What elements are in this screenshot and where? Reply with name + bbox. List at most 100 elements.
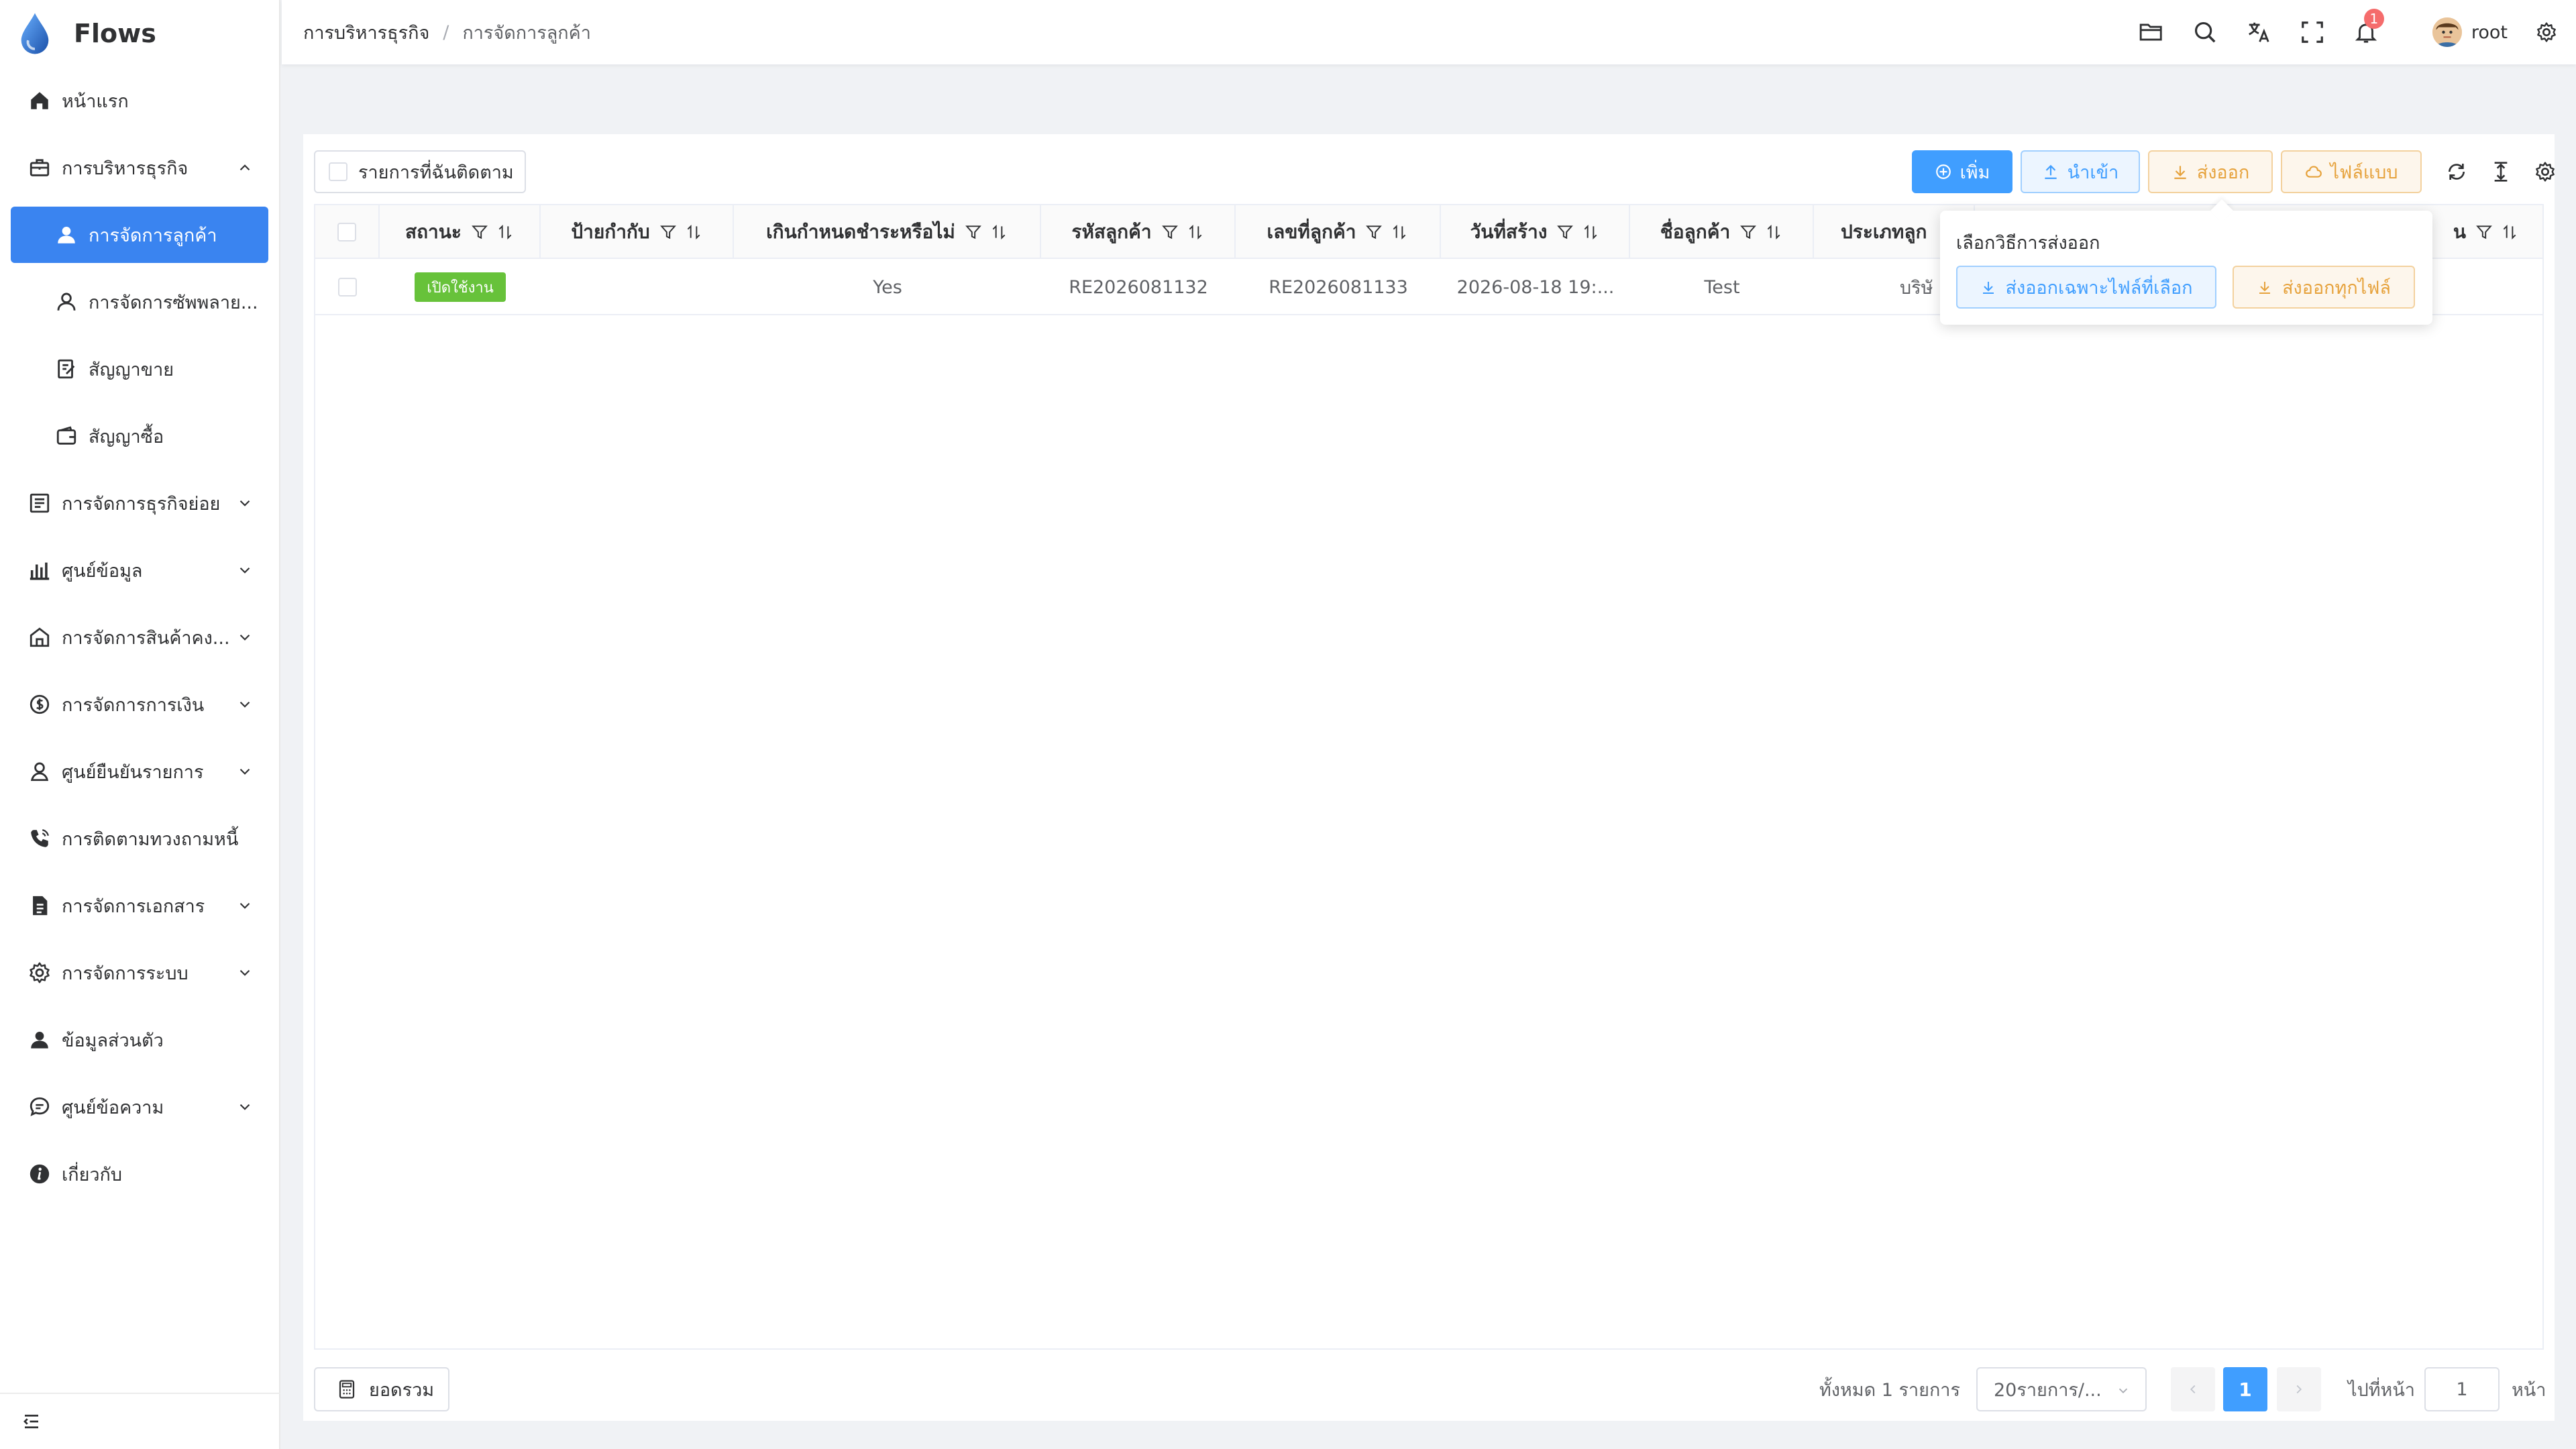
label-cell (541, 259, 734, 315)
row-checkbox[interactable] (338, 278, 357, 297)
column-title: ประเภทลูก (1841, 221, 1927, 243)
menu-item-debt-tracking[interactable]: การติดตามทวงถามหนี้ (0, 805, 279, 872)
sort-icon[interactable] (1582, 223, 1599, 241)
top-header: การบริหารธุรกิจ / การจัดการลูกค้า 1 root (282, 0, 2576, 64)
column-title: เกินกำหนดชำระหรือไม่ (766, 221, 955, 243)
sort-icon[interactable] (496, 223, 514, 241)
density-button[interactable] (2490, 161, 2512, 182)
page-number-current[interactable]: 1 (2223, 1367, 2267, 1411)
sidebar-item-purchase-contract[interactable]: สัญญาซื้อ (0, 402, 279, 470)
goto-page-input[interactable]: 1 (2424, 1367, 2500, 1411)
sort-icon[interactable] (2501, 223, 2518, 241)
document-icon (33, 896, 48, 916)
column-header: วันที่สร้าง (1441, 205, 1630, 259)
sort-icon[interactable] (990, 223, 1008, 241)
filter-icon[interactable] (1556, 223, 1574, 241)
followed-checkbox[interactable] (329, 162, 347, 181)
filter-icon[interactable] (659, 223, 677, 241)
export-all-label: ส่งออกทุกไฟล์ (2282, 277, 2391, 299)
menu-item-about[interactable]: เกี่ยวกับ (0, 1140, 279, 1208)
search-icon (2194, 21, 2216, 43)
column-title: ชื่อลูกค้า (1660, 221, 1731, 243)
menu-label: หน้าแรก (62, 91, 129, 112)
menu-item-system[interactable]: การจัดการระบบ (0, 939, 279, 1006)
sidebar-item-suppliers[interactable]: การจัดการซัพพลาย... (0, 268, 279, 335)
fullscreen-icon (2302, 21, 2323, 43)
select-all-cell (315, 205, 380, 259)
column-height-icon (2494, 162, 2508, 182)
filter-icon[interactable] (2475, 223, 2493, 241)
sidebar-item-customers[interactable]: การจัดการลูกค้า (11, 207, 268, 263)
goto-label: ไปที่หน้า (2348, 1379, 2415, 1401)
download-icon (2259, 282, 2271, 294)
menu-item-profile[interactable]: ข้อมูลส่วนตัว (0, 1006, 279, 1073)
filter-icon[interactable] (1739, 223, 1757, 241)
filter-icon[interactable] (1365, 223, 1383, 241)
import-button[interactable]: นำเข้า (2021, 150, 2140, 193)
menu-item-home[interactable]: หน้าแรก (0, 67, 279, 134)
menu-label: สัญญาขาย (89, 359, 174, 380)
settings-button[interactable] (2536, 21, 2557, 43)
menu-label: การจัดการลูกค้า (89, 225, 217, 246)
add-button[interactable]: เพิ่ม (1912, 150, 2012, 193)
select-all-checkbox[interactable] (337, 223, 356, 241)
filter-icon[interactable] (1161, 223, 1179, 241)
user-icon (31, 1031, 48, 1049)
translate-button[interactable] (2246, 19, 2271, 45)
list-icon (30, 493, 50, 513)
menu-label: การจัดการธุรกิจย่อย (62, 493, 221, 515)
column-settings-button[interactable] (2534, 161, 2556, 182)
menu-item-sub-business[interactable]: การจัดการธุรกิจย่อย (0, 470, 279, 537)
phone-icon (31, 829, 49, 847)
sidebar-collapse-button[interactable] (0, 1393, 280, 1449)
refresh-button[interactable] (2446, 161, 2467, 182)
export-button[interactable]: ส่งออก (2148, 150, 2273, 193)
created-date-cell: 2026-08-18 19:... (1456, 276, 1615, 298)
summary-button[interactable]: ยอดรวม (314, 1367, 449, 1411)
menu-item-data-center[interactable]: ศูนย์ข้อมูล (0, 537, 279, 604)
folder-button[interactable] (2139, 19, 2164, 45)
notification-button[interactable]: 1 (2353, 9, 2384, 45)
search-button[interactable] (2192, 19, 2218, 45)
menu-label: สัญญาซื้อ (89, 426, 164, 447)
export-label: ส่งออก (2196, 162, 2250, 183)
chevron-down-icon (239, 500, 250, 506)
export-all-button[interactable]: ส่งออกทุกไฟล์ (2233, 266, 2415, 309)
briefcase-icon (30, 159, 50, 176)
translate-icon (2248, 22, 2269, 42)
menu-item-finance[interactable]: การจัดการการเงิน (0, 671, 279, 738)
menu-label: ศูนย์ข้อมูล (62, 560, 143, 582)
breadcrumb-item-business[interactable]: การบริหารธุรกิจ (303, 18, 429, 47)
row-select-cell (315, 259, 380, 315)
filter-icon[interactable] (471, 223, 488, 241)
menu-item-inventory[interactable]: การจัดการสินค้าคง... (0, 604, 279, 671)
upload-icon (2045, 164, 2057, 179)
avatar[interactable] (2432, 17, 2462, 47)
column-title: วันที่สร้าง (1470, 221, 1548, 243)
menu-item-messages[interactable]: ศูนย์ข้อความ (0, 1073, 279, 1140)
logo[interactable]: Flows (0, 0, 279, 67)
template-button[interactable]: ไฟล์แบบ (2281, 150, 2422, 193)
prev-page-button[interactable] (2171, 1367, 2215, 1411)
sidebar-item-sales-contract[interactable]: สัญญาขาย (0, 335, 279, 402)
my-followed-filter[interactable]: รายการที่ฉันติดตาม (314, 150, 526, 193)
filter-icon[interactable] (965, 223, 982, 241)
page-size-select[interactable]: 20รายการ/... (1976, 1367, 2147, 1411)
template-label: ไฟล์แบบ (2330, 162, 2398, 183)
menu-label: การจัดการระบบ (62, 963, 189, 984)
sort-icon[interactable] (685, 223, 702, 241)
chevron-down-icon (239, 701, 250, 708)
user-outline-icon (57, 292, 76, 311)
next-page-button[interactable] (2277, 1367, 2321, 1411)
followed-label: รายการที่ฉันติดตาม (358, 162, 514, 183)
menu-item-documents[interactable]: การจัดการเอกสาร (0, 872, 279, 939)
menu-item-confirm-center[interactable]: ศูนย์ยืนยันรายการ (0, 738, 279, 805)
sort-icon[interactable] (1391, 223, 1408, 241)
sort-icon[interactable] (1765, 223, 1782, 241)
export-selected-button[interactable]: ส่งออกเฉพาะไฟล์ที่เลือก (1956, 266, 2216, 309)
menu-item-business[interactable]: การบริหารธุรกิจ (0, 134, 279, 201)
fullscreen-button[interactable] (2300, 19, 2325, 45)
sort-icon[interactable] (1187, 223, 1204, 241)
username[interactable]: root (2471, 22, 2508, 43)
header-actions: 1 root (2139, 0, 2576, 64)
